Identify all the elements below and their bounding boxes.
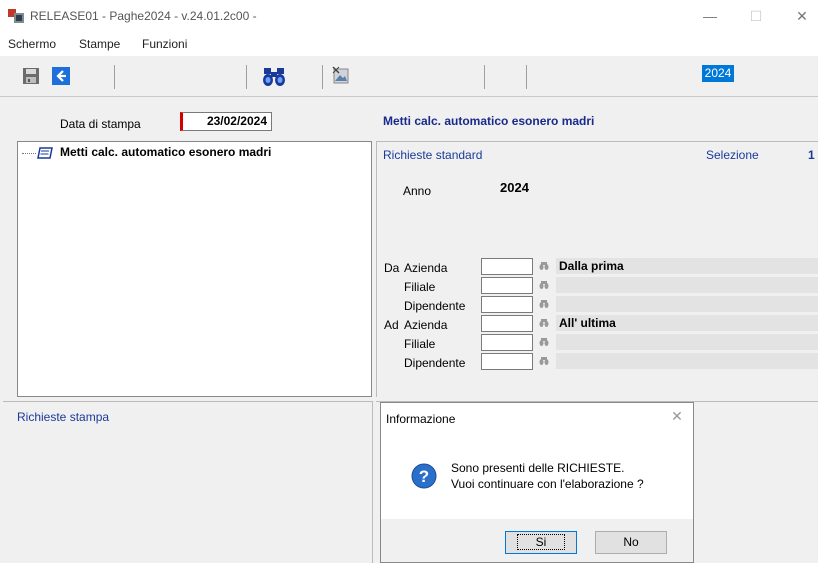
dialog-title: Informazione [386, 412, 456, 426]
menu-bar: Schermo Stampe Funzioni [0, 34, 818, 56]
azienda-from-input[interactable] [481, 258, 533, 275]
azienda-to-desc: All' ultima [556, 315, 818, 331]
report-tree: Metti calc. automatico esonero madri [17, 141, 372, 397]
da-label: Da [384, 261, 400, 275]
anno-value: 2024 [500, 180, 529, 195]
dipendente-from-desc [556, 296, 818, 312]
anno-label: Anno [403, 184, 432, 198]
filiale-to-desc [556, 334, 818, 350]
print-date-input[interactable]: 23/02/2024 [180, 112, 272, 131]
lookup-binoculars-icon[interactable] [539, 261, 549, 271]
lookup-binoculars-icon[interactable] [539, 318, 549, 328]
tree-item-label[interactable]: Metti calc. automatico esonero madri [60, 145, 271, 159]
menu-funzioni[interactable]: Funzioni [142, 37, 187, 51]
section-title: Metti calc. automatico esonero madri [383, 114, 595, 128]
lookup-binoculars-icon[interactable] [539, 280, 549, 290]
print-date-label: Data di stampa [60, 117, 141, 131]
toolbar-separator [246, 65, 247, 89]
year-badge[interactable]: 2024 [702, 65, 734, 82]
standard-requests-label: Richieste standard [383, 148, 483, 162]
filiale-from-desc [556, 277, 818, 293]
dipendente-to-label: Dipendente [404, 356, 466, 370]
azienda-to-label: Azienda [404, 318, 448, 332]
azienda-from-label: Azienda [404, 261, 448, 275]
window-title: RELEASE01 - Paghe2024 - v.24.01.2c00 - [30, 9, 257, 23]
dialog-footer: Si No [381, 519, 693, 562]
dipendente-to-input[interactable] [481, 353, 533, 370]
toolbar-separator [322, 65, 323, 89]
app-icon [8, 9, 24, 23]
toolbar-separator [484, 65, 485, 89]
selection-label: Selezione [706, 148, 759, 162]
menu-schermo[interactable]: Schermo [8, 37, 56, 51]
tree-connector [22, 153, 36, 154]
toolbar-separator [526, 65, 527, 89]
dipendente-from-label: Dipendente [404, 299, 466, 313]
filiale-from-label: Filiale [404, 280, 436, 294]
back-arrow-icon[interactable] [52, 67, 70, 85]
dialog-message-line1: Sono presenti delle RICHIESTE. [451, 461, 625, 475]
filiale-from-input[interactable] [481, 277, 533, 294]
toolbar [0, 57, 818, 97]
azienda-from-desc: Dalla prima [556, 258, 818, 274]
ad-label: Ad [384, 318, 399, 332]
image-edit-icon[interactable] [331, 65, 351, 85]
question-icon: ? [411, 463, 437, 489]
azienda-to-input[interactable] [481, 315, 533, 332]
yes-button-label: Si [516, 534, 566, 550]
no-button[interactable]: No [595, 531, 667, 554]
filiale-to-label: Filiale [404, 337, 436, 351]
dialog-message-line2: Vuoi continuare con l'elaborazione ? [451, 477, 644, 491]
minimize-button[interactable]: — [700, 6, 720, 26]
report-item-icon [37, 147, 53, 159]
dipendente-to-desc [556, 353, 818, 369]
menu-stampe[interactable]: Stampe [79, 37, 120, 51]
print-requests-panel [3, 401, 373, 563]
dialog-close-icon[interactable]: ✕ [670, 409, 684, 423]
lookup-binoculars-icon[interactable] [539, 356, 549, 366]
yes-button[interactable]: Si [505, 531, 577, 554]
print-requests-label: Richieste stampa [17, 410, 110, 424]
selection-value: 1 [808, 148, 815, 162]
information-dialog: Informazione ✕ ? Sono presenti delle RIC… [380, 402, 694, 563]
lookup-binoculars-icon[interactable] [539, 337, 549, 347]
title-bar: RELEASE01 - Paghe2024 - v.24.01.2c00 - —… [0, 0, 818, 34]
maximize-button[interactable]: ☐ [746, 6, 766, 26]
lookup-binoculars-icon[interactable] [539, 299, 549, 309]
dipendente-from-input[interactable] [481, 296, 533, 313]
svg-text:?: ? [419, 467, 429, 486]
save-icon[interactable] [22, 67, 40, 85]
filiale-to-input[interactable] [481, 334, 533, 351]
close-button[interactable]: ✕ [792, 6, 812, 26]
toolbar-separator [114, 65, 115, 89]
binoculars-icon[interactable] [262, 65, 286, 87]
